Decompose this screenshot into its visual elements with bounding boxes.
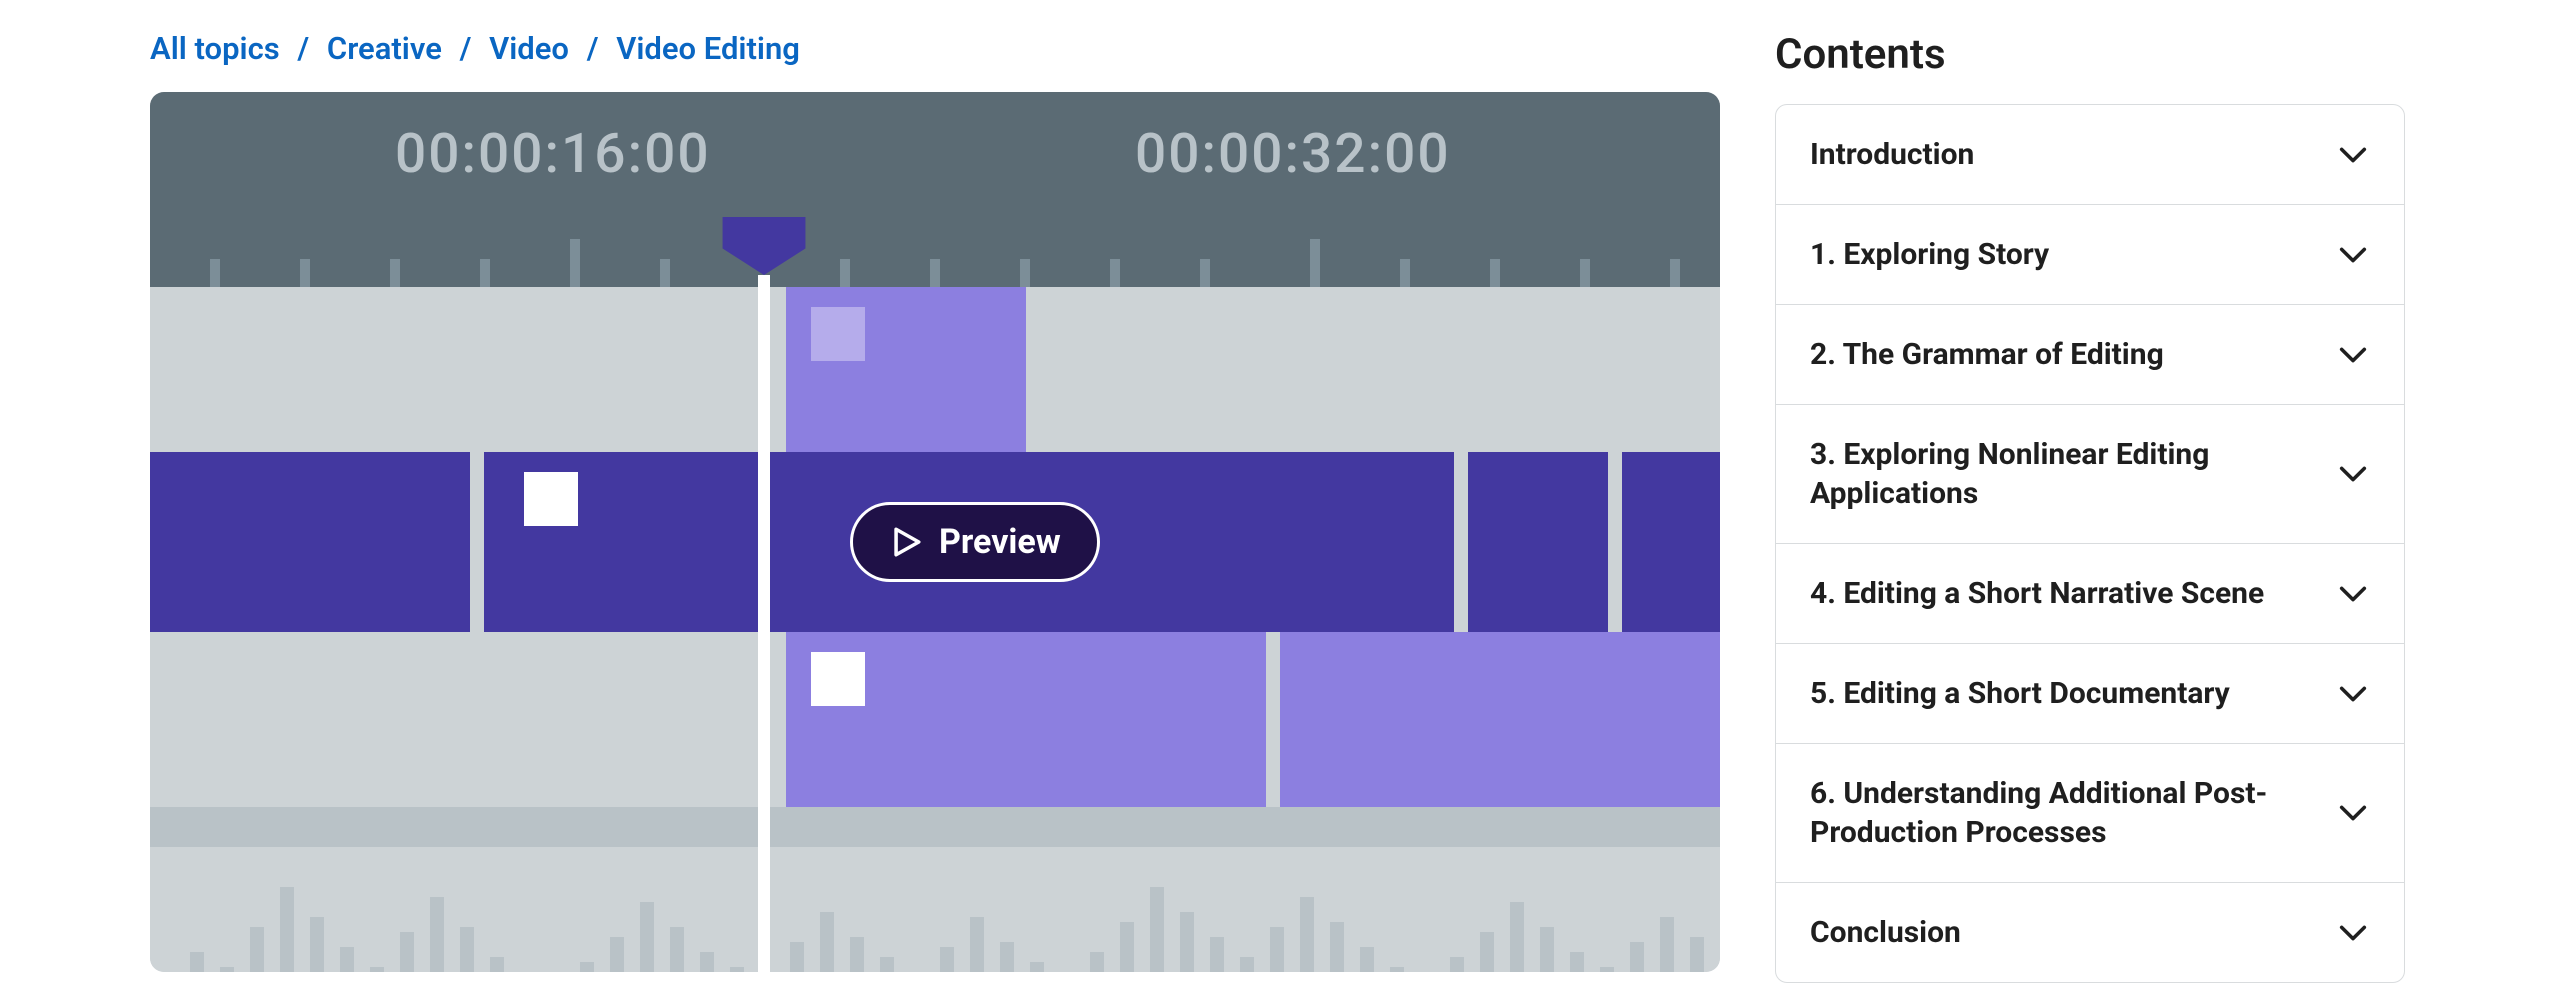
chevron-down-icon <box>2336 677 2370 711</box>
timeline-track-divider <box>150 807 1720 847</box>
breadcrumb-link-video[interactable]: Video <box>489 30 569 67</box>
contents-item-short-narrative[interactable]: 4. Editing a Short Narrative Scene <box>1776 544 2404 644</box>
clip-thumbnail <box>524 472 578 526</box>
chevron-down-icon <box>2336 796 2370 830</box>
chevron-down-icon <box>2336 916 2370 950</box>
timeline-clip <box>1280 632 1720 807</box>
play-icon <box>889 525 923 559</box>
preview-button-label: Preview <box>939 522 1061 562</box>
contents-item-exploring-story[interactable]: 1. Exploring Story <box>1776 205 2404 305</box>
chevron-down-icon <box>2336 457 2370 491</box>
chevron-down-icon <box>2336 138 2370 172</box>
breadcrumb-separator: / <box>460 30 472 67</box>
contents-item-label: 5. Editing a Short Documentary <box>1810 674 2230 713</box>
contents-item-introduction[interactable]: Introduction <box>1776 105 2404 205</box>
contents-item-label: 1. Exploring Story <box>1810 235 2049 274</box>
contents-item-grammar-of-editing[interactable]: 2. The Grammar of Editing <box>1776 305 2404 405</box>
clip-thumbnail <box>811 307 865 361</box>
preview-button[interactable]: Preview <box>850 502 1100 582</box>
timecode-label: 00:00:32:00 <box>1135 122 1451 186</box>
timeline-track <box>150 287 1720 452</box>
contents-item-post-production[interactable]: 6. Understanding Additional Post-Product… <box>1776 744 2404 883</box>
timecode-label: 00:00:16:00 <box>395 122 711 186</box>
contents-heading: Contents <box>1775 0 2405 104</box>
playhead-icon <box>722 217 806 275</box>
ruler-ticks <box>150 227 1720 287</box>
contents-item-label: 6. Understanding Additional Post-Product… <box>1810 774 2316 852</box>
playhead <box>722 92 806 275</box>
timeline-clip <box>1622 452 1720 632</box>
breadcrumb-link-all-topics[interactable]: All topics <box>150 30 280 67</box>
contents-item-label: 2. The Grammar of Editing <box>1810 335 2164 374</box>
contents-item-nonlinear-applications[interactable]: 3. Exploring Nonlinear Editing Applicati… <box>1776 405 2404 544</box>
chevron-down-icon <box>2336 338 2370 372</box>
breadcrumb-link-video-editing[interactable]: Video Editing <box>616 30 800 67</box>
contents-item-label: 4. Editing a Short Narrative Scene <box>1810 574 2264 613</box>
breadcrumb: All topics / Creative / Video / Video Ed… <box>150 0 1720 92</box>
timeline-audio-track <box>150 847 1720 972</box>
contents-list: Introduction 1. Exploring Story 2. The G… <box>1775 104 2405 983</box>
contents-item-conclusion[interactable]: Conclusion <box>1776 883 2404 982</box>
timeline-clip <box>786 287 1026 452</box>
contents-item-label: 3. Exploring Nonlinear Editing Applicati… <box>1810 435 2316 513</box>
timeline-track <box>150 632 1720 807</box>
chevron-down-icon <box>2336 577 2370 611</box>
chevron-down-icon <box>2336 238 2370 272</box>
breadcrumb-separator: / <box>297 30 309 67</box>
contents-item-label: Conclusion <box>1810 913 1961 952</box>
course-thumbnail-timeline[interactable]: 00:00:16:00 00:00:32:00 <box>150 92 1720 972</box>
timeline-ruler: 00:00:16:00 00:00:32:00 <box>150 92 1720 287</box>
contents-item-label: Introduction <box>1810 135 1974 174</box>
breadcrumb-separator: / <box>587 30 599 67</box>
timeline-clip <box>786 632 1266 807</box>
audio-waveform <box>150 877 1720 972</box>
timeline-clip <box>150 452 470 632</box>
contents-item-short-documentary[interactable]: 5. Editing a Short Documentary <box>1776 644 2404 744</box>
clip-thumbnail <box>811 652 865 706</box>
timeline-clip <box>1468 452 1608 632</box>
breadcrumb-link-creative[interactable]: Creative <box>327 30 442 67</box>
